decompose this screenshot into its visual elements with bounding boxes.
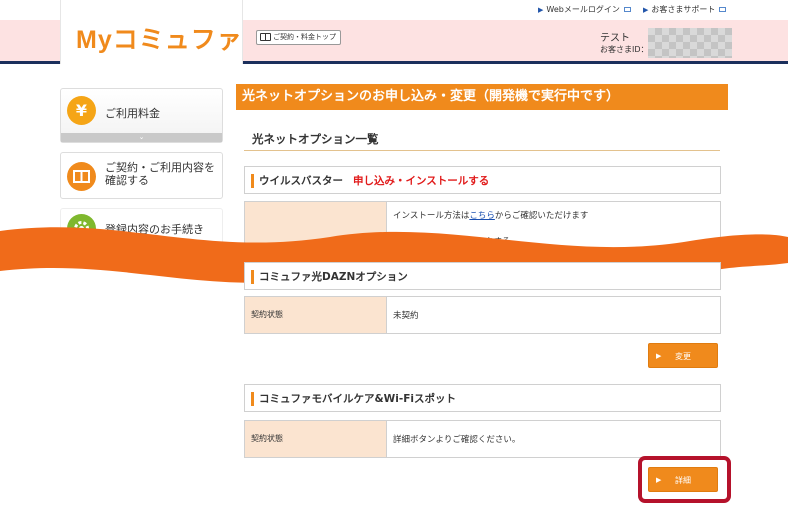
apply-install-link[interactable]: 申し込み・インストールする [353,175,489,187]
page-title: 光ネットオプションのお申し込み・変更（開発機で実行中です） [236,84,728,110]
book-icon [260,33,271,41]
contract-status-value: 未契約 [393,311,419,321]
sidebar-item-label: ご利用料金 [105,107,160,120]
details-button-highlight [638,456,731,503]
accent-bar [251,392,254,406]
mobile-care-status-row: 契約状態 詳細ボタンよりご確認ください。 [244,420,721,458]
site-header: Myコミュファ ご契約・料金トップ テスト お客さまID： [0,0,788,64]
row-key: 契約状態 [245,297,387,333]
contract-status-value: 詳細ボタンよりご確認ください。 [393,435,521,445]
contract-top-button[interactable]: ご契約・料金トップ [256,30,341,45]
user-id-label: お客さまID： [600,45,649,54]
change-button[interactable]: ▶ 変更 [648,343,718,368]
sidebar-item-contract[interactable]: ご契約・ご利用内容を 確認する [60,152,223,199]
accent-bar [251,174,254,188]
section-title: コミュファモバイルケア&Wi-Fiスポット [259,393,456,405]
sidebar-item-label: ご契約・ご利用内容を 確認する [105,161,215,187]
arrow-right-icon: ▶ [538,6,544,14]
section-heading: 光ネットオプション一覧 [252,132,379,146]
masked-user-info [648,28,732,58]
row-key: 契約状態 [245,421,387,457]
book-icon [67,162,96,191]
section-title: ウイルスバスター [259,175,343,187]
mobile-care-header: コミュファモバイルケア&Wi-Fiスポット [244,384,721,412]
support-link[interactable]: ▶ お客さまサポート [643,4,727,15]
logo-area: Myコミュファ [60,0,243,64]
dazn-header: コミュファ光DAZNオプション [244,262,721,290]
virusbuster-header: ウイルスバスター 申し込み・インストールする [244,166,721,194]
dazn-status-row: 契約状態 未契約 [244,296,721,334]
external-window-icon [719,7,727,12]
accent-bar [251,270,254,284]
arrow-right-icon: ▶ [643,6,649,14]
sidebar-item-billing[interactable]: ¥ ご利用料金 ⌄ [60,88,223,143]
yen-icon: ¥ [67,96,96,125]
arrow-right-icon: ▶ [656,352,662,360]
site-logo[interactable]: Myコミュファ [76,20,243,56]
webmail-login-link[interactable]: ▶ Webメールログイン [538,4,631,15]
external-window-icon [623,7,631,12]
section-title: コミュファ光DAZNオプション [259,271,408,283]
divider [244,150,720,151]
chevron-down-icon[interactable]: ⌄ [61,133,222,142]
user-name: テスト [600,33,630,44]
